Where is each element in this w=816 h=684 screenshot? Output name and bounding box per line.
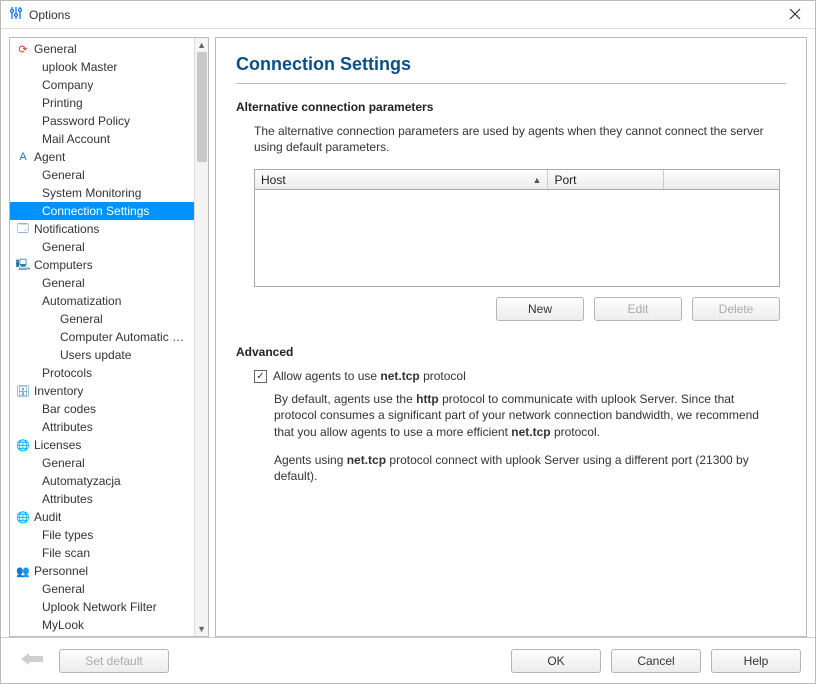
sidebar-group-computers[interactable]: 🖳Computers	[10, 256, 194, 274]
sidebar-item-system-monitoring[interactable]: System Monitoring	[10, 184, 194, 202]
sidebar-group-general[interactable]: ⟳General	[10, 40, 194, 58]
sidebar-item-attributes[interactable]: Attributes	[10, 490, 194, 508]
sidebar-item-general[interactable]: General	[10, 274, 194, 292]
grid-header: Host ▲ Port	[255, 170, 779, 190]
sidebar-item-general[interactable]: General	[10, 454, 194, 472]
sidebar-item-attributes[interactable]: Attributes	[10, 418, 194, 436]
sidebar-item-general[interactable]: General	[10, 238, 194, 256]
sidebar-group-agent[interactable]: AAgent	[10, 148, 194, 166]
sidebar-item-bar-codes[interactable]: Bar codes	[10, 400, 194, 418]
sidebar-item-mail-account[interactable]: Mail Account	[10, 130, 194, 148]
sidebar: ⟳Generaluplook MasterCompanyPrintingPass…	[9, 37, 209, 637]
col-host[interactable]: Host ▲	[255, 170, 548, 189]
group-icon: ⟳	[14, 43, 32, 56]
section-heading-advanced: Advanced	[236, 345, 786, 359]
sidebar-item-company[interactable]: Company	[10, 76, 194, 94]
alt-description: The alternative connection parameters ar…	[254, 124, 780, 155]
sidebar-item-protocols[interactable]: Protocols	[10, 364, 194, 382]
sidebar-item-general[interactable]: General	[10, 166, 194, 184]
window-title: Options	[29, 8, 783, 22]
allow-nettcp-checkbox[interactable]: ✓ Allow agents to use net.tcp protocol	[254, 369, 780, 383]
delete-button[interactable]: Delete	[692, 297, 780, 321]
checkbox-icon: ✓	[254, 370, 267, 383]
section-heading-alt: Alternative connection parameters	[236, 100, 786, 114]
group-icon: 🗄	[14, 385, 32, 398]
content-panel: Connection Settings Alternative connecti…	[215, 37, 807, 637]
checkbox-label: Allow agents to use net.tcp protocol	[273, 369, 466, 383]
close-icon[interactable]	[783, 5, 807, 25]
scrollbar-thumb[interactable]	[197, 52, 207, 162]
page-title: Connection Settings	[236, 54, 786, 84]
sidebar-group-inventory[interactable]: 🗄Inventory	[10, 382, 194, 400]
group-icon: 🌐	[14, 439, 32, 452]
help-button[interactable]: Help	[711, 649, 801, 673]
back-icon[interactable]	[15, 648, 49, 673]
cancel-button[interactable]: Cancel	[611, 649, 701, 673]
footer: Set default OK Cancel Help	[1, 637, 815, 683]
sidebar-item-computer-automatic-c-[interactable]: Computer Automatic C...	[10, 328, 194, 346]
sidebar-item-automatization[interactable]: Automatization	[10, 292, 194, 310]
sidebar-item-connection-settings[interactable]: Connection Settings	[10, 202, 194, 220]
group-icon: 🗔	[14, 220, 32, 239]
options-icon	[9, 6, 23, 23]
sidebar-group-audit[interactable]: 🌐Audit	[10, 508, 194, 526]
sidebar-item-uplook-master[interactable]: uplook Master	[10, 58, 194, 76]
sidebar-scrollbar[interactable]: ▲ ▼	[194, 38, 208, 636]
grid-body	[255, 190, 779, 286]
sidebar-item-automatyzacja[interactable]: Automatyzacja	[10, 472, 194, 490]
advanced-text: By default, agents use the http protocol…	[274, 391, 780, 484]
sidebar-group-personnel[interactable]: 👥Personnel	[10, 562, 194, 580]
sidebar-item-uplook-network-filter[interactable]: Uplook Network Filter	[10, 598, 194, 616]
scroll-down-icon[interactable]: ▼	[197, 622, 206, 636]
col-port[interactable]: Port	[548, 170, 663, 189]
titlebar: Options	[1, 1, 815, 29]
scroll-up-icon[interactable]: ▲	[197, 38, 206, 52]
sidebar-item-file-scan[interactable]: File scan	[10, 544, 194, 562]
set-default-button[interactable]: Set default	[59, 649, 169, 673]
sidebar-item-users-update[interactable]: Users update	[10, 346, 194, 364]
sidebar-item-printing[interactable]: Printing	[10, 94, 194, 112]
sidebar-item-file-types[interactable]: File types	[10, 526, 194, 544]
sidebar-item-password-policy[interactable]: Password Policy	[10, 112, 194, 130]
col-blank	[664, 170, 779, 189]
ok-button[interactable]: OK	[511, 649, 601, 673]
group-icon: 🌐	[14, 511, 32, 524]
group-icon: A	[14, 151, 32, 163]
group-icon: 👥	[14, 565, 32, 578]
sort-asc-icon: ▲	[533, 175, 542, 185]
group-icon: 🖳	[14, 256, 32, 275]
new-button[interactable]: New	[496, 297, 584, 321]
alt-connection-grid[interactable]: Host ▲ Port	[254, 169, 780, 287]
options-window: Options ⟳Generaluplook MasterCompanyPrin…	[0, 0, 816, 684]
edit-button[interactable]: Edit	[594, 297, 682, 321]
sidebar-item-general[interactable]: General	[10, 580, 194, 598]
sidebar-item-mylook[interactable]: MyLook	[10, 616, 194, 634]
sidebar-item-general[interactable]: General	[10, 310, 194, 328]
sidebar-group-licenses[interactable]: 🌐Licenses	[10, 436, 194, 454]
sidebar-group-notifications[interactable]: 🗔Notifications	[10, 220, 194, 238]
